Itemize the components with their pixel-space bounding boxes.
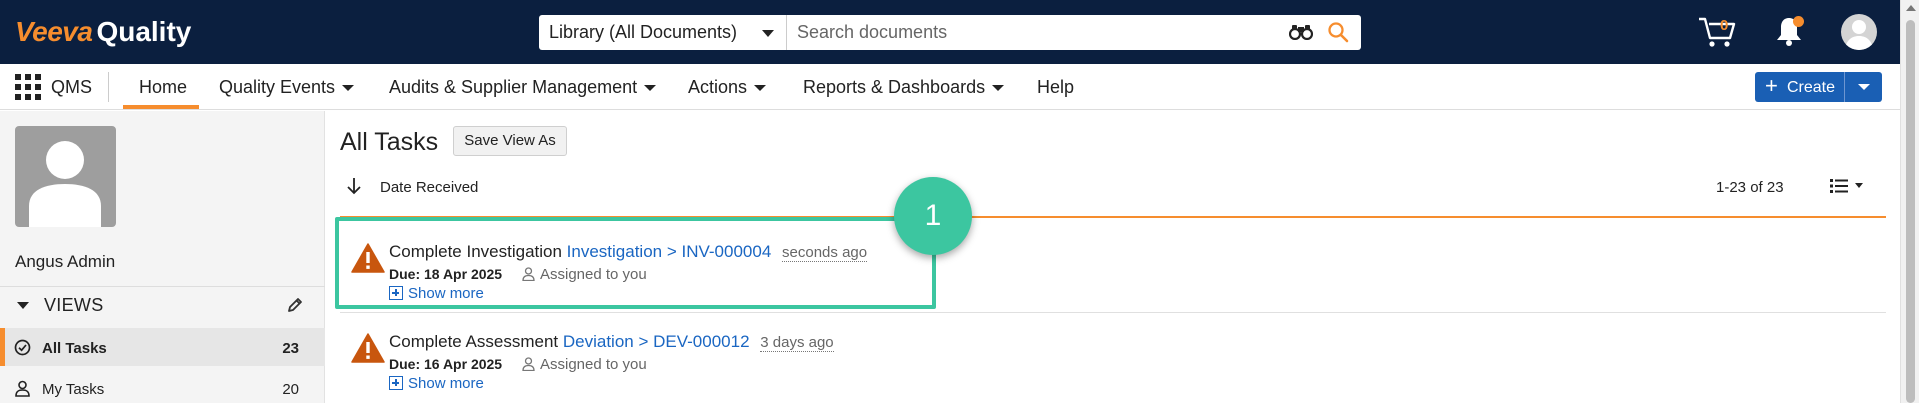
library-select-value: Library (All Documents) bbox=[549, 22, 738, 42]
show-more-link[interactable]: Show more bbox=[389, 375, 484, 392]
brand-secondary: Quality bbox=[96, 16, 192, 47]
nav-quality-events[interactable]: Quality Events bbox=[219, 77, 355, 98]
user-avatar[interactable] bbox=[1841, 14, 1877, 50]
library-select[interactable]: Library (All Documents) bbox=[539, 15, 787, 50]
sort-descending-icon[interactable] bbox=[346, 177, 362, 200]
step-number-badge: 1 bbox=[894, 177, 972, 255]
search-input[interactable] bbox=[797, 15, 1277, 50]
nav-home-label: Home bbox=[139, 77, 188, 97]
nav-reports-dashboards[interactable]: Reports & Dashboards bbox=[803, 77, 1005, 98]
nav-quality-events-label: Quality Events bbox=[219, 77, 336, 97]
user-name: Angus Admin bbox=[15, 252, 116, 271]
binoculars-icon[interactable] bbox=[1288, 24, 1314, 45]
nav-reports-label: Reports & Dashboards bbox=[803, 77, 986, 97]
expand-plus-icon bbox=[389, 376, 403, 390]
pencil-icon[interactable] bbox=[286, 296, 304, 319]
view-all-tasks[interactable]: All Tasks 23 bbox=[0, 328, 325, 366]
app-name[interactable]: QMS bbox=[51, 77, 92, 98]
nav-audits-supplier-management[interactable]: Audits & Supplier Management bbox=[389, 77, 657, 98]
pagination-count: 1-23 of 23 bbox=[1716, 179, 1784, 196]
task-name: Complete Assessment bbox=[389, 332, 559, 351]
views-label: VIEWS bbox=[44, 295, 104, 315]
chevron-down-icon bbox=[644, 85, 657, 92]
view-label: All Tasks bbox=[42, 340, 107, 357]
chevron-down-icon bbox=[992, 85, 1005, 92]
page-title: All Tasks bbox=[340, 128, 439, 156]
active-tab-indicator bbox=[123, 105, 199, 109]
create-button[interactable]: + Create bbox=[1755, 72, 1882, 102]
brand-primary: Veeva bbox=[15, 16, 93, 47]
nav-actions-label: Actions bbox=[688, 77, 748, 97]
scrollbar-thumb[interactable] bbox=[1906, 20, 1915, 403]
cart-icon[interactable] bbox=[1697, 14, 1737, 53]
view-my-tasks[interactable]: My Tasks 20 bbox=[0, 369, 325, 407]
search-icon[interactable] bbox=[1327, 21, 1349, 48]
view-count: 20 bbox=[282, 381, 299, 398]
record-link[interactable]: Deviation > DEV-000012 bbox=[563, 332, 750, 351]
person-icon bbox=[14, 380, 31, 402]
app-grid-icon[interactable] bbox=[15, 74, 41, 105]
nav-help-label: Help bbox=[1037, 77, 1075, 97]
person-outline-icon bbox=[522, 357, 535, 375]
task-received-time: 3 days ago bbox=[760, 334, 834, 352]
show-more-text: Show more bbox=[408, 375, 484, 392]
global-search: Library (All Documents) bbox=[539, 15, 1361, 50]
views-section-header[interactable]: VIEWS bbox=[0, 286, 325, 322]
chevron-down-icon bbox=[342, 85, 355, 92]
chevron-down-icon bbox=[762, 30, 774, 37]
task-assignee: Assigned to you bbox=[522, 356, 647, 375]
save-view-as-button[interactable]: Save View As bbox=[453, 126, 567, 156]
check-circle-icon bbox=[14, 339, 31, 361]
chevron-down-icon bbox=[754, 85, 767, 92]
top-bar: Veeva Quality Library (All Documents) Se… bbox=[0, 0, 1919, 64]
list-view-icon[interactable] bbox=[1830, 178, 1866, 199]
chevron-down-icon[interactable] bbox=[1858, 84, 1870, 90]
caret-down-icon[interactable] bbox=[17, 302, 29, 309]
sidebar: Angus Admin VIEWS All Tasks 23 My Tasks … bbox=[0, 111, 325, 403]
task-assignee-text: Assigned to you bbox=[540, 356, 647, 373]
profile-picture bbox=[15, 126, 116, 227]
nav-help[interactable]: Help bbox=[1037, 77, 1074, 98]
nav-audits-label: Audits & Supplier Management bbox=[389, 77, 638, 97]
create-split-divider bbox=[1844, 72, 1845, 102]
nav-home[interactable]: Home bbox=[139, 77, 187, 98]
task-item: Complete Assessment Deviation > DEV-0000… bbox=[340, 313, 1886, 403]
main-nav: QMS Home Quality Events Audits & Supplie… bbox=[0, 64, 1900, 110]
view-label: My Tasks bbox=[42, 381, 105, 398]
plus-icon: + bbox=[1765, 73, 1778, 98]
page-scrollbar[interactable] bbox=[1900, 0, 1919, 403]
warning-icon bbox=[351, 333, 385, 368]
veeva-quality-logo[interactable]: Veeva Quality bbox=[15, 17, 191, 47]
step-highlight-box bbox=[335, 217, 936, 309]
task-due-date: Due: 16 Apr 2025 bbox=[389, 356, 503, 372]
nav-divider bbox=[108, 72, 109, 102]
create-label: Create bbox=[1787, 79, 1836, 96]
view-count: 23 bbox=[282, 340, 299, 357]
task-title: Complete Assessment Deviation > DEV-0000… bbox=[389, 332, 834, 352]
sort-field[interactable]: Date Received bbox=[380, 179, 478, 196]
scroll-up-arrow-icon[interactable] bbox=[1906, 5, 1916, 11]
nav-actions[interactable]: Actions bbox=[688, 77, 767, 98]
cart-count: 0 bbox=[1720, 17, 1729, 34]
notification-badge bbox=[1793, 16, 1804, 27]
